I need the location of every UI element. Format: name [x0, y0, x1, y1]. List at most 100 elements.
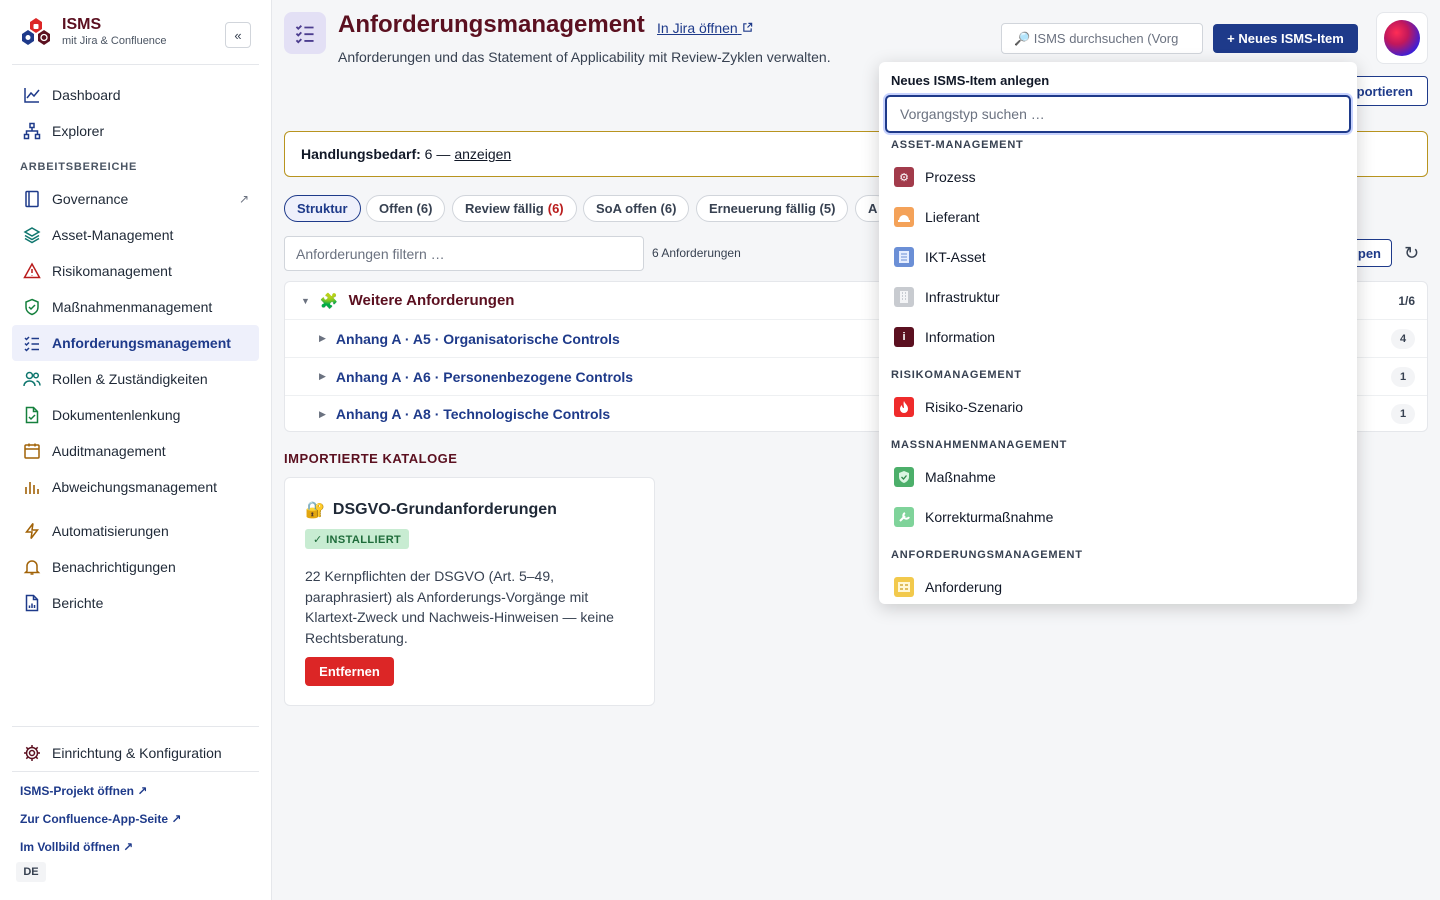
fullscreen-link[interactable]: Im Vollbild öffnen ↗	[20, 840, 133, 854]
wrench-icon	[894, 507, 914, 527]
sidebar-item-explorer[interactable]: Explorer	[12, 113, 259, 149]
remove-catalog-button[interactable]: Entfernen	[305, 657, 394, 686]
tab-renewal-due[interactable]: Erneuerung fällig (5)	[696, 195, 849, 222]
sidebar-item-governance[interactable]: Governance ↗	[12, 181, 259, 217]
dropdown-item-process[interactable]: ⚙ Prozess	[879, 157, 1357, 197]
language-switch[interactable]: DE	[16, 862, 46, 882]
tab-review-due[interactable]: Review fällig (6)	[452, 195, 577, 222]
hierarchy-icon	[22, 121, 42, 141]
dropdown-section-measures: MASSNAHMENMANAGEMENT	[891, 439, 1068, 451]
dropdown-item-corrective-measure[interactable]: Korrekturmaßnahme	[879, 497, 1357, 537]
checklist-icon	[22, 333, 42, 353]
lock-key-icon: 🔐	[305, 502, 325, 519]
fire-icon	[894, 397, 914, 417]
page-subtitle: Anforderungen und das Statement of Appli…	[338, 49, 831, 65]
caret-down-icon[interactable]: ▼	[301, 296, 310, 306]
requirements-filter-input[interactable]: Anforderungen filtern …	[284, 236, 644, 271]
divider	[12, 771, 259, 772]
open-in-jira-link[interactable]: In Jira öffnen	[657, 20, 753, 36]
divider	[12, 64, 259, 65]
issue-type-search-input[interactable]: Vorgangstyp suchen …	[885, 95, 1351, 133]
alert-label: Handlungsbedarf:	[301, 146, 421, 162]
catalog-title: 🔐 DSGVO-Grundanforderungen	[305, 500, 557, 520]
count-badge: 4	[1391, 328, 1415, 349]
dropdown-section-asset: ASSET-MANAGEMENT	[891, 139, 1024, 151]
confluence-app-link[interactable]: Zur Confluence-App-Seite ↗	[20, 812, 181, 826]
dropdown-item-risk-scenario[interactable]: Risiko-Szenario	[879, 387, 1357, 427]
sidebar-item-dashboard[interactable]: Dashboard	[12, 77, 259, 113]
shield-check-icon	[22, 297, 42, 317]
lightning-icon	[22, 521, 42, 541]
sidebar-item-label: Governance	[52, 191, 129, 207]
dropdown-item-information[interactable]: i Information	[879, 317, 1357, 357]
count-badge: 1	[1391, 404, 1415, 424]
caret-right-icon[interactable]: ▶	[319, 409, 326, 420]
sidebar-item-label: Abweichungsmanagement	[52, 479, 217, 495]
users-icon	[22, 369, 42, 389]
count-badge: 1	[1391, 366, 1415, 387]
dropdown-item-supplier[interactable]: Lieferant	[879, 197, 1357, 237]
dropdown-item-label: Information	[925, 329, 996, 345]
imported-catalogs-heading: IMPORTIERTE KATALOGE	[284, 451, 458, 466]
dropdown-title: Neues ISMS-Item anlegen	[891, 73, 1050, 88]
sidebar-item-measures[interactable]: Maßnahmenmanagement	[12, 289, 259, 325]
sidebar-item-label: Automatisierungen	[52, 523, 169, 539]
caret-right-icon[interactable]: ▶	[319, 371, 326, 382]
sidebar-item-audit[interactable]: Auditmanagement	[12, 433, 259, 469]
dropdown-item-infrastructure[interactable]: Infrastruktur	[879, 277, 1357, 317]
show-action-items-link[interactable]: anzeigen	[454, 146, 511, 162]
user-menu[interactable]	[1376, 12, 1428, 64]
open-isms-project-link[interactable]: ISMS-Projekt öffnen ↗	[20, 784, 147, 798]
info-icon: i	[894, 327, 914, 347]
alert-value: 6 —	[424, 146, 451, 162]
global-search-input[interactable]: 🔎 ISMS durchsuchen (Vorg	[1001, 23, 1203, 54]
sidebar-item-label: Benachrichtigungen	[52, 559, 176, 575]
sidebar-item-label: Maßnahmenmanagement	[52, 299, 213, 315]
sidebar-item-automations[interactable]: Automatisierungen	[12, 513, 259, 549]
sidebar-item-label: Anforderungsmanagement	[52, 335, 231, 351]
sidebar-item-roles[interactable]: Rollen & Zuständigkeiten	[12, 361, 259, 397]
dropdown-item-requirement[interactable]: Anforderung	[879, 567, 1357, 604]
sidebar-item-setup[interactable]: Einrichtung & Konfiguration	[12, 735, 259, 771]
sidebar-item-deviations[interactable]: Abweichungsmanagement	[12, 469, 259, 505]
tab-open[interactable]: Offen (6)	[366, 195, 446, 222]
dropdown-item-ict-asset[interactable]: IKT-Asset	[879, 237, 1357, 277]
sidebar-item-reports[interactable]: Berichte	[12, 585, 259, 621]
tab-label: Review fällig	[465, 201, 544, 216]
brand-title: ISMS	[62, 16, 102, 33]
sidebar-item-label: Berichte	[52, 595, 104, 611]
tab-structure[interactable]: Struktur	[284, 195, 361, 222]
jira-link-label: In Jira öffnen	[657, 20, 738, 36]
installed-badge: ✓ INSTALLIERT	[305, 529, 410, 549]
tab-count: (6)	[547, 201, 564, 216]
tree-row-label: Anhang A · A5 · Organisatorische Control…	[335, 330, 620, 347]
avatar	[1384, 20, 1420, 56]
new-item-dropdown: Neues ISMS-Item anlegen Vorgangstyp such…	[879, 62, 1357, 604]
collapse-sidebar-button[interactable]: «	[225, 22, 251, 48]
warning-icon	[22, 261, 42, 281]
refresh-icon[interactable]: ↻	[1404, 243, 1419, 264]
dropdown-item-measure[interactable]: Maßnahme	[879, 457, 1357, 497]
dropdown-item-label: Korrekturmaßnahme	[925, 509, 1054, 525]
tree-row-label: Anhang A · A6 · Personenbezogene Control…	[335, 368, 634, 385]
caret-right-icon[interactable]: ▶	[319, 333, 326, 344]
sidebar-item-risk-management[interactable]: Risikomanagement	[12, 253, 259, 289]
dropdown-item-label: IKT-Asset	[925, 249, 986, 265]
sidebar-item-label: Explorer	[52, 123, 105, 139]
divider	[12, 726, 259, 727]
sidebar-item-asset-management[interactable]: Asset-Management	[12, 217, 259, 253]
sidebar-item-requirements[interactable]: Anforderungsmanagement	[12, 325, 259, 361]
calendar-icon	[22, 441, 42, 461]
chart-line-icon	[22, 85, 42, 105]
sidebar-item-documents[interactable]: Dokumentenlenkung	[12, 397, 259, 433]
sidebar-item-label: Asset-Management	[52, 227, 174, 243]
brand[interactable]: ISMS mit Jira & Confluence	[20, 16, 167, 48]
sidebar-item-label: Einrichtung & Konfiguration	[52, 745, 222, 761]
dropdown-section-risk: RISIKOMANAGEMENT	[891, 369, 1022, 381]
document-check-icon	[22, 405, 42, 425]
new-isms-item-button[interactable]: + Neues ISMS-Item	[1213, 24, 1358, 53]
tree-row-label: Anhang A · A8 · Technologische Controls	[335, 406, 611, 422]
sidebar-item-notifications[interactable]: Benachrichtigungen	[12, 549, 259, 585]
catalog-card: 🔐 DSGVO-Grundanforderungen ✓ INSTALLIERT…	[284, 477, 655, 706]
tab-soa-open[interactable]: SoA offen (6)	[583, 195, 690, 222]
